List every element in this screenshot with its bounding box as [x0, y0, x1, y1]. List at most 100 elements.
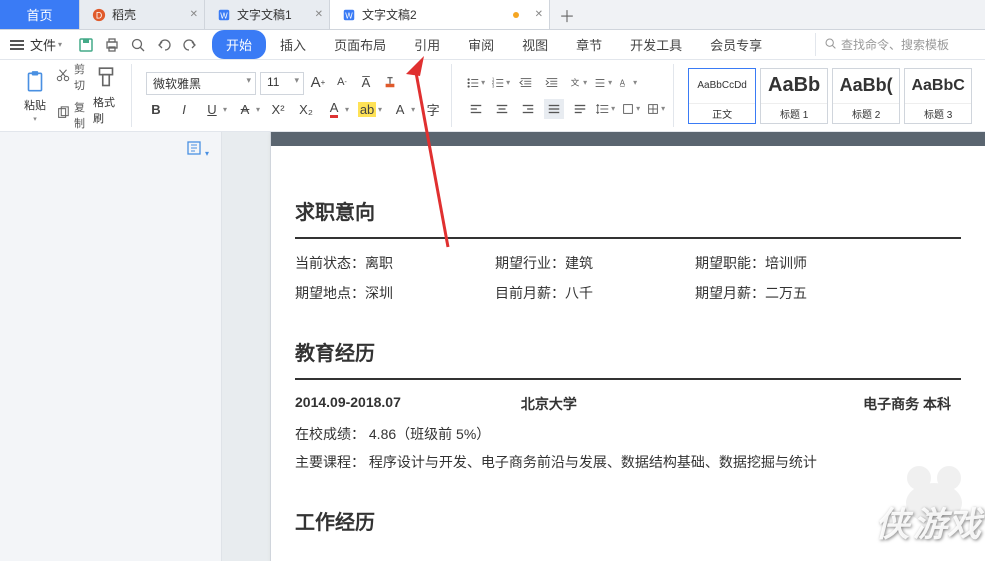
- align-left-button[interactable]: [466, 99, 486, 119]
- italic-button[interactable]: I: [174, 99, 194, 119]
- info-row: 期望地点：深圳 目前月薪：八千 期望月薪：二万五: [295, 283, 961, 303]
- clear-format-button[interactable]: [380, 72, 400, 92]
- cut-button[interactable]: 剪切: [56, 61, 85, 93]
- char-shading-button[interactable]: A▾: [390, 99, 415, 119]
- menu-bar: 文件 ▾ 开始 插入 页面布局 引用 审阅 视图 章节 开发工具 会员专享 查找…: [0, 30, 985, 60]
- menutab-insert[interactable]: 插入: [266, 30, 320, 59]
- edu-row: 2014.09-2018.07 北京大学 电子商务 本科: [295, 394, 961, 414]
- text-direction-button[interactable]: 文▾: [568, 76, 587, 90]
- superscript-button[interactable]: X²: [268, 99, 288, 119]
- tab-home[interactable]: 首页: [0, 0, 80, 29]
- strikethrough-button[interactable]: A▾: [235, 99, 260, 119]
- style-normal[interactable]: AaBbCcDd 正文: [688, 68, 756, 124]
- underline-button[interactable]: U▾: [202, 99, 227, 119]
- file-menu[interactable]: 文件 ▾: [30, 35, 62, 54]
- svg-text:A̲: A̲: [620, 78, 626, 87]
- tab-char-button[interactable]: A̲▾: [618, 76, 637, 90]
- format-painter-icon: [93, 66, 119, 92]
- close-icon[interactable]: ✕: [315, 9, 323, 20]
- paste-button[interactable]: 粘贴 ▾: [18, 65, 52, 127]
- copy-button[interactable]: 复制: [56, 99, 85, 131]
- tab-label: 文字文稿2: [362, 6, 417, 23]
- tab-label: 文字文稿1: [237, 6, 292, 23]
- search-icon: [824, 37, 837, 53]
- font-name-select[interactable]: 微软雅黑: [146, 72, 256, 95]
- format-painter-button[interactable]: 格式刷: [89, 62, 123, 130]
- bullets-button[interactable]: ▾: [466, 76, 485, 90]
- close-icon[interactable]: ✕: [535, 9, 543, 20]
- watermark: 侠 游戏 xiayx.com: [875, 497, 981, 557]
- search-input[interactable]: 查找命令、搜索模板: [815, 33, 975, 56]
- increase-font-button[interactable]: A+: [308, 72, 328, 92]
- decrease-indent-button[interactable]: [516, 73, 536, 93]
- format-painter-label: 格式刷: [93, 94, 119, 126]
- style-heading1[interactable]: AaBb 标题 1: [760, 68, 828, 124]
- ribbon-clipboard: 粘贴 ▾ 剪切 复制 格式刷: [10, 64, 132, 127]
- borders-button[interactable]: ▾: [646, 102, 665, 116]
- cut-icon: [56, 68, 70, 85]
- tab-doc1[interactable]: W 文字文稿1 ✕: [205, 0, 330, 29]
- ribbon-styles: AaBbCcDd 正文 AaBb 标题 1 AaBb( 标题 2 AaBbC 标…: [680, 64, 980, 127]
- ribbon-paragraph: ▾ 123▾ 文▾ ▾ A̲▾ ▾ ▾ ▾: [458, 64, 674, 127]
- doc-header-bar: [271, 132, 985, 146]
- menutab-chapter[interactable]: 章节: [562, 30, 616, 59]
- tab-label: 稻壳: [112, 6, 136, 23]
- ribbon-toolbar: 粘贴 ▾ 剪切 复制 格式刷 微软雅黑 11 A+ A- A̅: [0, 60, 985, 132]
- align-justify-button[interactable]: [544, 99, 564, 119]
- file-menu-label: 文件: [30, 35, 56, 54]
- align-right-button[interactable]: [518, 99, 538, 119]
- style-heading2[interactable]: AaBb( 标题 2: [832, 68, 900, 124]
- increase-indent-button[interactable]: [542, 73, 562, 93]
- print-icon[interactable]: [104, 37, 120, 53]
- char-styling-button[interactable]: 字: [423, 99, 443, 119]
- asian-spacing-button[interactable]: ▾: [593, 76, 612, 90]
- section-title: 工作经历: [295, 506, 961, 535]
- line-spacing-button[interactable]: ▾: [596, 102, 615, 116]
- numbering-button[interactable]: 123▾: [491, 76, 510, 90]
- subscript-button[interactable]: X₂: [296, 99, 316, 119]
- edu-courses: 主要课程： 程序设计与开发、电子商务前沿与发展、数据结构基础、数据挖掘与统计: [295, 452, 961, 472]
- preview-icon[interactable]: [130, 37, 146, 53]
- tab-doc2[interactable]: W 文字文稿2 ✕: [330, 0, 550, 29]
- menutab-start[interactable]: 开始: [212, 30, 266, 59]
- daoke-icon: D: [92, 8, 106, 22]
- style-heading3[interactable]: AaBbC 标题 3: [904, 68, 972, 124]
- svg-text:3: 3: [492, 83, 495, 88]
- close-icon[interactable]: ✕: [190, 9, 198, 20]
- redo-icon[interactable]: [182, 37, 198, 53]
- section-divider: [295, 237, 961, 239]
- unsaved-indicator: [513, 12, 519, 18]
- menutab-review[interactable]: 审阅: [454, 30, 508, 59]
- font-size-select[interactable]: 11: [260, 72, 304, 95]
- document-area: ▾ 求职意向 当前状态：离职 期望行业：建筑 期望职能：培训师 期望地点：深圳 …: [0, 132, 985, 561]
- align-distribute-button[interactable]: [570, 99, 590, 119]
- section-divider: [295, 378, 961, 380]
- menutab-references[interactable]: 引用: [400, 30, 454, 59]
- ribbon-font: 微软雅黑 11 A+ A- A̅ B I U▾ A▾ X² X₂ A▾ ab▾ …: [138, 64, 452, 127]
- bold-button[interactable]: B: [146, 99, 166, 119]
- cut-label: 剪切: [74, 61, 85, 93]
- new-tab-button[interactable]: ＋: [550, 0, 584, 29]
- menutab-view[interactable]: 视图: [508, 30, 562, 59]
- menutab-member[interactable]: 会员专享: [696, 30, 776, 59]
- font-color-button[interactable]: A▾: [324, 99, 349, 119]
- undo-icon[interactable]: [156, 37, 172, 53]
- hamburger-icon[interactable]: [10, 40, 24, 50]
- svg-text:文: 文: [571, 76, 580, 87]
- menutab-pagelayout[interactable]: 页面布局: [320, 30, 400, 59]
- nav-pane-icon[interactable]: ▾: [186, 140, 209, 159]
- tab-daoke[interactable]: D 稻壳 ✕: [80, 0, 205, 29]
- align-center-button[interactable]: [492, 99, 512, 119]
- shading-button[interactable]: ▾: [621, 102, 640, 116]
- paste-icon: [22, 69, 48, 95]
- copy-icon: [56, 106, 70, 123]
- info-row: 当前状态：离职 期望行业：建筑 期望职能：培训师: [295, 253, 961, 273]
- decrease-font-button[interactable]: A-: [332, 72, 352, 92]
- menutab-devtools[interactable]: 开发工具: [616, 30, 696, 59]
- svg-text:W: W: [220, 11, 228, 20]
- highlight-button[interactable]: ab▾: [357, 99, 382, 119]
- copy-label: 复制: [74, 99, 85, 131]
- change-case-button[interactable]: A̅: [356, 72, 376, 92]
- edu-grade: 在校成绩： 4.86（班级前 5%）: [295, 424, 961, 444]
- save-icon[interactable]: [78, 37, 94, 53]
